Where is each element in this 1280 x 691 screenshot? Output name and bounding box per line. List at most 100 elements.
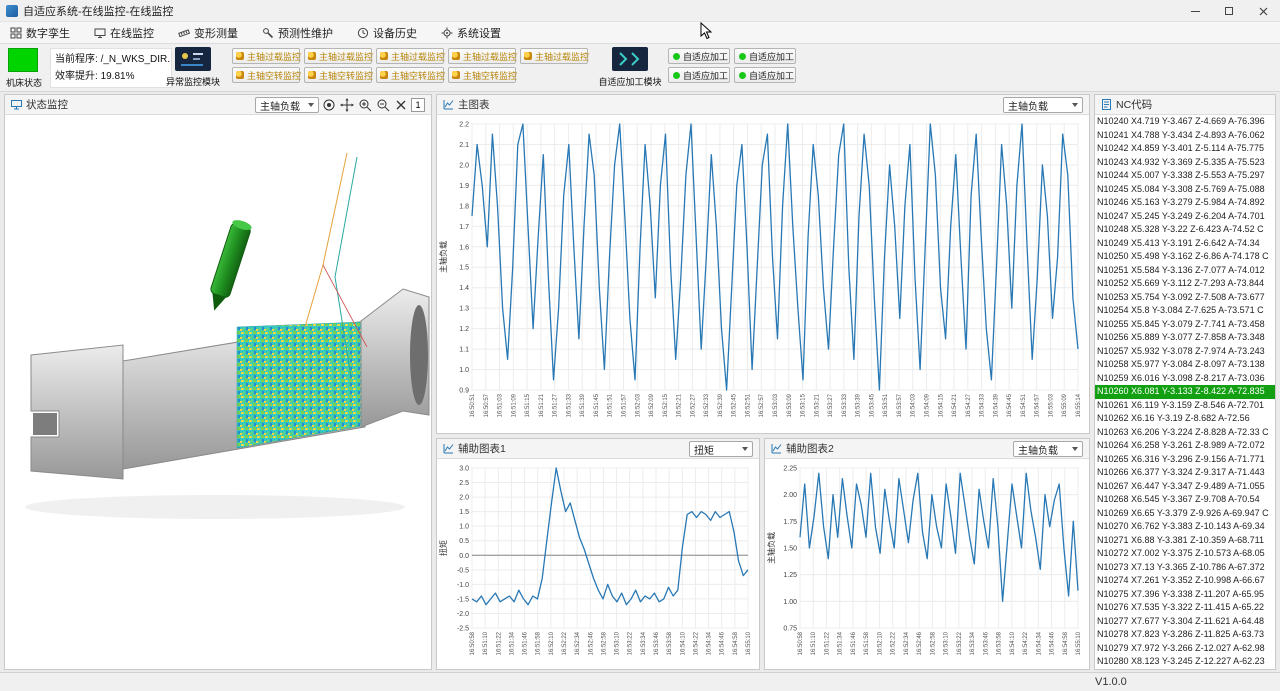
nc-line[interactable]: N10272 X7.002 Y-3.375 Z-10.573 A-68.05 [1095,547,1275,561]
spindle-overload-monitor-button[interactable]: 主轴过载监控 [304,48,372,64]
nc-line[interactable]: N10247 X5.245 Y-3.249 Z-6.204 A-74.701 [1095,210,1275,224]
version-label: V1.0.0 [1095,676,1127,688]
record-view-button[interactable] [321,97,337,113]
scale-input[interactable] [411,98,425,112]
grid-icon [10,27,22,39]
nc-line[interactable]: N10258 X5.977 Y-3.084 Z-8.097 A-73.138 [1095,358,1275,372]
menu-item-predictive-maintenance[interactable]: 预测性维护 [260,23,335,43]
close-button[interactable] [1246,0,1280,22]
nc-line[interactable]: N10242 X4.859 Y-3.401 Z-5.114 A-75.775 [1095,142,1275,156]
spindle-overload-monitor-button[interactable]: 主轴过载监控 [376,48,444,64]
menu-item-digital-twin[interactable]: 数字孪生 [8,23,72,43]
svg-text:16:52:46: 16:52:46 [588,631,594,655]
svg-text:16:51:46: 16:51:46 [523,631,529,655]
nc-line[interactable]: N10245 X5.084 Y-3.308 Z-5.769 A-75.088 [1095,183,1275,197]
svg-text:1.0: 1.0 [459,367,469,374]
nc-line[interactable]: N10275 X7.396 Y-3.338 Z-11.207 A-65.95 [1095,588,1275,602]
nc-line[interactable]: N10243 X4.932 Y-3.369 Z-5.335 A-75.523 [1095,156,1275,170]
cutting-tool [205,218,253,314]
menu-item-equipment-history[interactable]: 设备历史 [355,23,419,43]
svg-text:2.1: 2.1 [459,142,469,149]
nc-line[interactable]: N10260 X6.081 Y-3.133 Z-8.422 A-72.835 [1095,385,1275,399]
nc-line[interactable]: N10279 X7.972 Y-3.266 Z-12.027 A-62.98 [1095,642,1275,656]
nc-line[interactable]: N10271 X6.88 Y-3.381 Z-10.359 A-68.711 [1095,534,1275,548]
svg-text:16:53:21: 16:53:21 [814,393,820,417]
nc-line[interactable]: N10270 X6.762 Y-3.383 Z-10.143 A-69.34 [1095,520,1275,534]
button-label: 自适应加工 [683,50,728,63]
spindle-overload-monitor-button[interactable]: 主轴过载监控 [448,48,516,64]
panel-title: 状态监控 [26,97,68,112]
menu-item-system-settings[interactable]: 系统设置 [439,23,503,43]
gauge-icon [380,52,388,60]
nc-line[interactable]: N10273 X7.13 Y-3.365 Z-10.786 A-67.372 [1095,561,1275,575]
anomaly-module[interactable]: 异常监控模块 [160,47,226,88]
spindle-idle-monitor-button[interactable]: 主轴空转监控 [232,67,300,83]
svg-text:0.0: 0.0 [459,553,469,560]
svg-text:16:51:27: 16:51:27 [553,393,559,417]
nc-line[interactable]: N10250 X5.498 Y-3.162 Z-6.86 A-74.178 C [1095,250,1275,264]
colormap-select[interactable]: 主轴负载 [255,97,319,113]
nc-line[interactable]: N10265 X6.316 Y-3.296 Z-9.156 A-71.771 [1095,453,1275,467]
menu-item-online-monitoring[interactable]: 在线监控 [92,23,156,43]
nc-line[interactable]: N10252 X5.669 Y-3.112 Z-7.293 A-73.844 [1095,277,1275,291]
nc-line[interactable]: N10266 X6.377 Y-3.324 Z-9.317 A-71.443 [1095,466,1275,480]
nc-line[interactable]: N10257 X5.932 Y-3.078 Z-7.974 A-73.243 [1095,345,1275,359]
main-chart-signal-select[interactable]: 主轴负载 [1003,97,1083,113]
nc-code-list[interactable]: N10240 X4.719 Y-3.467 Z-4.669 A-76.396N1… [1095,115,1275,669]
nc-line[interactable]: N10254 X5.8 Y-3.084 Z-7.625 A-73.571 C [1095,304,1275,318]
anomaly-module-label: 异常监控模块 [160,75,226,88]
nc-line[interactable]: N10262 X6.16 Y-3.19 Z-8.682 A-72.56 [1095,412,1275,426]
nc-line[interactable]: N10256 X5.889 Y-3.077 Z-7.858 A-73.348 [1095,331,1275,345]
nc-line[interactable]: N10255 X5.845 Y-3.079 Z-7.741 A-73.458 [1095,318,1275,332]
svg-text:16:54:58: 16:54:58 [1063,631,1069,655]
aux-chart2-signal-select[interactable]: 主轴负载 [1013,441,1083,457]
spindle-overload-monitor-button[interactable]: 主轴过载监控 [232,48,300,64]
minimize-button[interactable] [1178,0,1212,22]
adaptive-machining-button[interactable]: 自适应加工 [668,67,730,83]
nc-line[interactable]: N10251 X5.584 Y-3.136 Z-7.077 A-74.012 [1095,264,1275,278]
spindle-idle-monitor-button[interactable]: 主轴空转监控 [304,67,372,83]
nc-line[interactable]: N10249 X5.413 Y-3.191 Z-6.642 A-74.34 [1095,237,1275,251]
nc-line[interactable]: N10267 X6.447 Y-3.347 Z-9.489 A-71.055 [1095,480,1275,494]
nc-line[interactable]: N10259 X6.016 Y-3.098 Z-8.217 A-73.036 [1095,372,1275,386]
maximize-button[interactable] [1212,0,1246,22]
spindle-idle-monitor-button[interactable]: 主轴空转监控 [448,67,516,83]
svg-text:2.0: 2.0 [459,495,469,502]
reset-view-button[interactable] [393,97,409,113]
nc-line[interactable]: N10280 X8.123 Y-3.245 Z-12.227 A-62.23 [1095,655,1275,669]
zoom-out-button[interactable] [375,97,391,113]
statusbar: V1.0.0 [0,672,1280,691]
adaptive-module[interactable]: 自适应加工模块 [596,47,664,88]
efficiency-value: 19.81% [101,71,135,82]
adaptive-machining-button[interactable]: 自适应加工 [734,48,796,64]
nc-line[interactable]: N10268 X6.545 Y-3.367 Z-9.708 A-70.54 [1095,493,1275,507]
nc-line[interactable]: N10253 X5.754 Y-3.092 Z-7.508 A-73.677 [1095,291,1275,305]
nc-line[interactable]: N10276 X7.535 Y-3.322 Z-11.415 A-65.22 [1095,601,1275,615]
spindle-overload-monitor-button[interactable]: 主轴过载监控 [520,48,588,64]
svg-text:16:52:10: 16:52:10 [877,631,883,655]
nc-line[interactable]: N10269 X6.65 Y-3.379 Z-9.926 A-69.947 C [1095,507,1275,521]
aux-chart1-signal-select[interactable]: 扭矩 [689,441,753,457]
nc-line[interactable]: N10244 X5.007 Y-3.338 Z-5.553 A-75.297 [1095,169,1275,183]
3d-viewport[interactable] [5,115,431,669]
nc-line[interactable]: N10240 X4.719 Y-3.467 Z-4.669 A-76.396 [1095,115,1275,129]
nc-line[interactable]: N10277 X7.677 Y-3.304 Z-11.621 A-64.48 [1095,615,1275,629]
menu-item-label: 变形测量 [194,25,238,41]
spindle-idle-monitor-button[interactable]: 主轴空转监控 [376,67,444,83]
zoom-in-button[interactable] [357,97,373,113]
nc-line[interactable]: N10241 X4.788 Y-3.434 Z-4.893 A-76.062 [1095,129,1275,143]
nc-line[interactable]: N10264 X6.258 Y-3.261 Z-8.989 A-72.072 [1095,439,1275,453]
adaptive-machining-button[interactable]: 自适应加工 [668,48,730,64]
svg-text:16:51:22: 16:51:22 [824,631,830,655]
svg-text:16:52:46: 16:52:46 [917,631,923,655]
nc-line[interactable]: N10274 X7.261 Y-3.352 Z-10.998 A-66.67 [1095,574,1275,588]
nc-line[interactable]: N10246 X5.163 Y-3.279 Z-5.984 A-74.892 [1095,196,1275,210]
adaptive-machining-button[interactable]: 自适应加工 [734,67,796,83]
nc-line[interactable]: N10261 X6.119 Y-3.159 Z-8.546 A-72.701 [1095,399,1275,413]
pan-view-button[interactable] [339,97,355,113]
nc-line[interactable]: N10248 X5.328 Y-3.22 Z-6.423 A-74.52 C [1095,223,1275,237]
nc-line[interactable]: N10278 X7.823 Y-3.286 Z-11.825 A-63.73 [1095,628,1275,642]
nc-line[interactable]: N10263 X6.206 Y-3.224 Z-8.828 A-72.33 C [1095,426,1275,440]
menu-item-deformation-measure[interactable]: 变形测量 [176,23,240,43]
document-icon [1101,99,1112,110]
